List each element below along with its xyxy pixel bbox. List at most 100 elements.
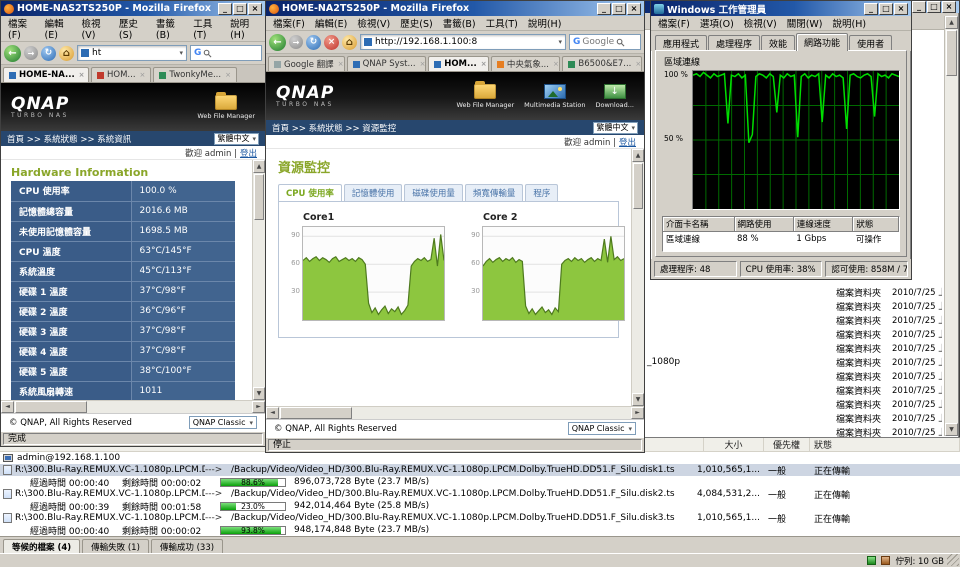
tab-queued-files[interactable]: 等候的檔案 (4) [3,539,81,553]
browser-tab[interactable]: 中央氣象... × [490,56,561,71]
file-row[interactable]: 檔案資料夾 2010/7/25 上... [621,299,942,313]
scroll-up-icon[interactable]: ▲ [632,149,644,162]
scroll-down-icon[interactable]: ▼ [632,393,644,406]
close-button[interactable]: × [942,1,956,13]
menu-item[interactable]: 檢視(V) [739,16,782,30]
web-file-manager-shortcut[interactable]: Web File Manager [457,80,514,109]
multimedia-station-shortcut[interactable]: Multimedia Station [524,83,585,109]
tab-close-icon[interactable]: × [225,71,231,79]
forward-button[interactable]: → [289,35,303,49]
theme-select[interactable]: QNAP Classic ▾ [188,416,257,429]
tab-cpu-usage[interactable]: CPU 使用率 [278,184,342,201]
window-titlebar[interactable]: HOME-NAS2TS250P - Mozilla Firefox _ □ × [1,1,265,16]
back-button[interactable]: ← [4,44,21,62]
menu-item[interactable]: 檔案(F) [268,16,310,30]
menu-item[interactable]: 選項(O) [695,16,739,30]
tab-disk-usage[interactable]: 磁碟使用量 [404,184,463,201]
column-status[interactable]: 狀態 [810,438,960,451]
minimize-button[interactable]: _ [597,2,611,15]
minimize-button[interactable]: _ [864,2,878,15]
scroll-right-icon[interactable]: ► [631,407,644,419]
tab-close-icon[interactable]: × [79,71,85,79]
address-dropdown-icon[interactable]: ▾ [179,49,183,57]
file-row[interactable]: 檔案資料夾 2010/7/25 上... [621,397,942,411]
menu-item[interactable]: 編輯(E) [310,16,352,30]
window-titlebar[interactable]: HOME-NA2TS250P - Mozilla Firefox _ □ × [266,1,644,16]
menu-item[interactable]: 書籤(B) [438,16,481,30]
column-header[interactable]: 介面卡名稱 [663,217,735,232]
reload-button[interactable]: ↻ [41,45,56,61]
page-vertical-scrollbar[interactable]: ▲ ▼ [631,149,644,406]
menu-item[interactable]: 說明(H) [225,16,263,41]
browser-tab[interactable]: TwonkyMe... × [153,67,237,82]
reload-button[interactable]: ↻ [306,34,321,50]
close-button[interactable]: × [248,2,262,15]
theme-select[interactable]: QNAP Classic ▾ [567,422,636,435]
tab-users[interactable]: 使用者 [849,35,893,51]
queue-server-row[interactable]: admin@192.168.1.100 [0,452,960,464]
tab-close-icon[interactable]: × [553,60,559,68]
file-row[interactable]: 檔案資料夾 2010/7/25 上... [621,341,942,355]
menu-item[interactable]: 工具(T) [481,16,523,30]
tab-bandwidth-usage[interactable]: 頻寬傳輸量 [464,184,524,201]
tab-performance[interactable]: 效能 [761,35,796,51]
tab-close-icon[interactable]: × [635,60,641,68]
menu-item[interactable]: 檔案(F) [3,16,40,41]
scroll-thumb[interactable] [633,163,643,209]
browser-tab-active[interactable]: HOM... × [428,56,489,71]
tab-close-icon[interactable]: × [140,71,146,79]
scroll-right-icon[interactable]: ► [252,401,265,413]
logout-link[interactable]: 登出 [240,147,257,159]
menu-item[interactable]: 說明(H) [523,16,567,30]
column-priority[interactable]: 優先權 [764,438,810,451]
tab-processes[interactable]: 程序 [525,184,559,201]
maximize-button[interactable]: □ [927,1,941,13]
browser-tab[interactable]: B6500&E7... × [562,56,643,71]
download-station-shortcut[interactable]: ↓ Download... [595,83,634,109]
address-bar[interactable]: ht ▾ [77,45,187,61]
tab-applications[interactable]: 應用程式 [655,35,708,51]
scroll-down-icon[interactable]: ▼ [253,387,265,400]
minimize-button[interactable]: _ [912,1,926,13]
page-horizontal-scrollbar[interactable]: ◄ ► [266,406,644,419]
scroll-left-icon[interactable]: ◄ [1,401,14,413]
logout-link[interactable]: 登出 [619,136,636,148]
tab-networking[interactable]: 網路功能 [796,33,849,51]
minimize-button[interactable]: _ [218,2,232,15]
address-bar[interactable]: http://192.168.1.100:8 ▾ [360,34,566,50]
maximize-button[interactable]: □ [233,2,247,15]
file-row[interactable]: 檔案資料夾 2010/7/25 上... [621,313,942,327]
language-select[interactable]: 繁體中文 ▾ [593,121,638,134]
scroll-thumb[interactable] [254,174,264,220]
file-row[interactable]: _1080p 檔案資料夾 2010/7/25 上... [621,355,942,369]
scroll-down-icon[interactable]: ▼ [945,423,958,436]
browser-tab[interactable]: Google 翻譯 × [268,56,345,71]
column-header[interactable]: 連線速度 [793,217,854,232]
language-select[interactable]: 繁體中文 ▾ [214,132,259,145]
file-row[interactable]: 檔案資料夾 2010/7/25 上... [621,383,942,397]
scroll-thumb[interactable] [946,30,957,76]
queue-item[interactable]: R:\300.Blu-Ray.REMUX.VC-1.1080p.LPCM.Dol… [0,464,960,488]
page-vertical-scrollbar[interactable]: ▲ ▼ [252,160,265,400]
menu-item[interactable]: 檔案(F) [653,16,695,30]
menu-item[interactable]: 工具(T) [188,16,225,41]
stop-button[interactable]: × [324,34,339,50]
menu-item[interactable]: 檢視(V) [352,16,395,30]
search-input[interactable]: G [190,45,262,61]
explorer-scrollbar[interactable]: ▲ ▼ [944,16,958,436]
file-row[interactable]: 檔案資料夾 2010/7/25 上... [621,411,942,425]
forward-button[interactable]: → [24,46,38,60]
menu-item[interactable]: 關閉(W) [782,16,828,30]
home-button[interactable]: ⌂ [342,34,357,50]
queue-item[interactable]: R:\300.Blu-Ray.REMUX.VC-1.1080p.LPCM.Dol… [0,488,960,512]
menu-item[interactable]: 編輯(E) [40,16,77,41]
web-file-manager-shortcut[interactable]: Web File Manager [197,91,255,120]
search-input[interactable]: G Google [569,34,641,50]
back-button[interactable]: ← [269,33,286,51]
menu-item[interactable]: 檢視(V) [77,16,114,41]
tab-failed-transfers[interactable]: 傳輸失敗 (1) [82,539,149,553]
file-row[interactable]: 檔案資料夾 2010/7/25 上... [621,327,942,341]
maximize-button[interactable]: □ [612,2,626,15]
tab-close-icon[interactable]: × [481,60,487,68]
column-size[interactable]: 大小 [704,438,764,451]
